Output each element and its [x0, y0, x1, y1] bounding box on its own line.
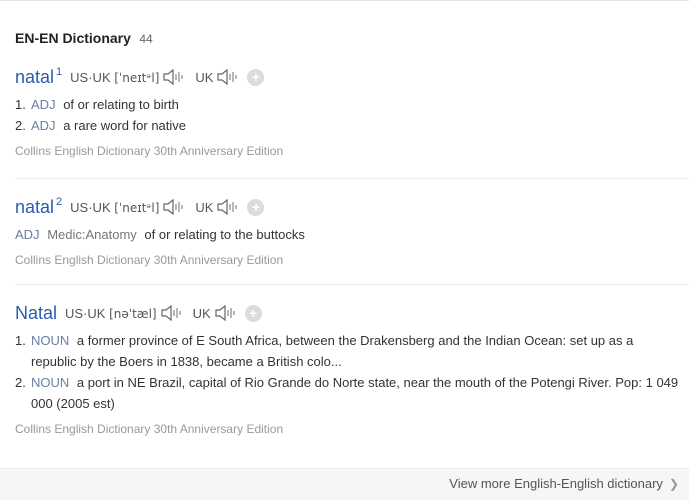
part-of-speech[interactable]: ADJ	[31, 97, 56, 112]
entry-natal-3: Natal US·UK [nəˈtæl] UK + 1. NOUN a forme…	[15, 302, 689, 437]
definition-text: a former province of E South Africa, bet…	[31, 333, 634, 369]
add-to-wordbook-button[interactable]: +	[247, 68, 265, 86]
headword-line: natal 2 US·UK [ˈneɪtᵊl] UK +	[15, 196, 689, 218]
definition-item: 2. NOUN a port in NE Brazil, capital of R…	[15, 375, 679, 411]
headword-line: Natal US·UK [nəˈtæl] UK +	[15, 302, 689, 324]
dictionary-header: EN-EN Dictionary 44	[15, 30, 153, 48]
speaker-icon[interactable]	[215, 304, 237, 322]
footer-bar: View more English-English dictionary ❯	[0, 468, 689, 500]
plus-icon: +	[251, 69, 261, 85]
phonetic: [ˈneɪtᵊl]	[114, 200, 160, 215]
homograph-number: 1	[56, 66, 63, 78]
part-of-speech[interactable]: NOUN	[31, 375, 69, 390]
homograph-number: 2	[56, 196, 63, 208]
headword-line: natal 1 US·UK [ˈneɪtᵊl] UK +	[15, 66, 689, 88]
definition-text: a rare word for native	[63, 118, 187, 133]
add-to-wordbook-button[interactable]: +	[244, 304, 262, 322]
speaker-icon[interactable]	[217, 68, 239, 86]
domain-label: Medic:Anatomy	[47, 227, 137, 242]
definition-item: 2. ADJ a rare word for native	[15, 118, 187, 133]
chevron-right-icon: ❯	[668, 477, 679, 491]
part-of-speech[interactable]: ADJ	[15, 227, 40, 242]
pronunciation: US·UK [nəˈtæl]	[65, 305, 157, 321]
part-of-speech[interactable]: NOUN	[31, 333, 69, 348]
divider	[15, 178, 689, 179]
definition-item: ADJ Medic:Anatomy of or relating to the …	[15, 224, 689, 245]
plus-icon: +	[249, 305, 258, 321]
uk-label: UK	[195, 69, 214, 85]
definition-list: 1. NOUN a former province of E South Afri…	[15, 330, 689, 414]
result-count: 44	[139, 32, 153, 46]
dictionary-title: EN-EN Dictionary	[15, 30, 131, 46]
headword[interactable]: Natal	[15, 303, 57, 324]
speaker-icon[interactable]	[163, 198, 185, 216]
definition-text: a port in NE Brazil, capital of Rio Gran…	[31, 375, 679, 411]
headword[interactable]: natal 2	[15, 196, 62, 218]
add-to-wordbook-button[interactable]: +	[247, 198, 265, 216]
headword[interactable]: natal 1	[15, 66, 62, 88]
part-of-speech[interactable]: ADJ	[31, 118, 56, 133]
definition-text: of or relating to the buttocks	[144, 227, 305, 242]
entry-natal-1: natal 1 US·UK [ˈneɪtᵊl] UK + 1. ADJ of or …	[15, 66, 689, 158]
view-more-link[interactable]: View more English-English dictionary ❯	[449, 476, 679, 491]
definition-item: 1. ADJ of or relating to birth	[15, 97, 179, 112]
speaker-icon[interactable]	[163, 68, 185, 86]
definition-text: of or relating to birth	[63, 97, 179, 112]
uk-label: UK	[192, 305, 211, 321]
speaker-icon[interactable]	[160, 304, 183, 322]
uk-label: UK	[195, 199, 214, 215]
entry-natal-2: natal 2 US·UK [ˈneɪtᵊl] UK + ADJ Medic:An…	[15, 196, 689, 267]
speaker-icon[interactable]	[217, 198, 239, 216]
divider	[15, 284, 689, 285]
definition-item: 1. NOUN a former province of E South Afri…	[15, 333, 634, 369]
definition-list: 1. ADJ of or relating to birth 2. ADJ a ra…	[15, 94, 689, 136]
pronunciation: US·UK [ˈneɪtᵊl]	[70, 69, 160, 85]
top-border	[0, 0, 689, 1]
phonetic: [ˈneɪtᵊl]	[114, 70, 160, 85]
phonetic: [nəˈtæl]	[109, 306, 157, 321]
source-attribution: Collins English Dictionary 30th Annivers…	[15, 422, 284, 436]
plus-icon: +	[251, 199, 261, 215]
source-attribution: Collins English Dictionary 30th Annivers…	[15, 144, 284, 158]
source-attribution: Collins English Dictionary 30th Annivers…	[15, 253, 284, 267]
pronunciation: US·UK [ˈneɪtᵊl]	[70, 199, 160, 215]
